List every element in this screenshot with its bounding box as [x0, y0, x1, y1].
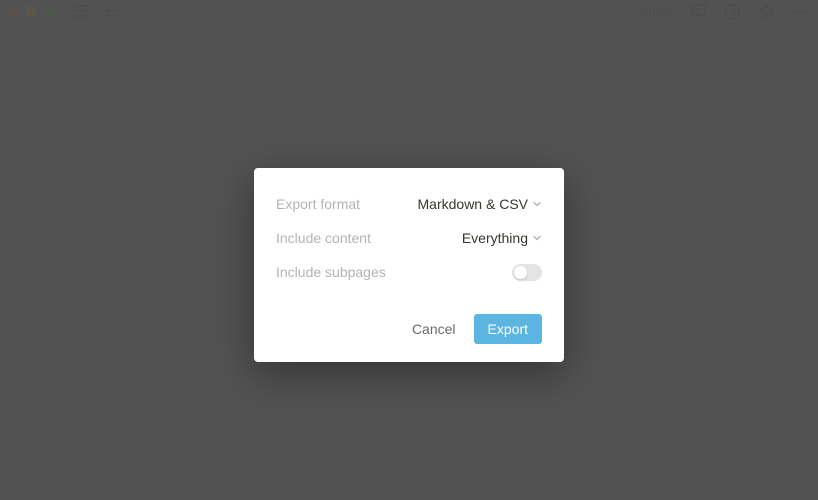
export-modal: Export format Markdown & CSV Include con… — [254, 168, 564, 362]
export-format-row: Export format Markdown & CSV — [276, 190, 542, 218]
include-content-select[interactable]: Everything — [462, 230, 542, 246]
export-format-select[interactable]: Markdown & CSV — [418, 196, 542, 212]
include-content-row: Include content Everything — [276, 224, 542, 252]
include-content-value: Everything — [462, 230, 528, 246]
chevron-down-icon — [532, 199, 542, 209]
toggle-knob — [514, 266, 527, 279]
include-subpages-toggle[interactable] — [512, 264, 542, 281]
include-content-label: Include content — [276, 230, 371, 246]
modal-footer: Cancel Export — [276, 314, 542, 344]
include-subpages-label: Include subpages — [276, 264, 386, 280]
export-format-value: Markdown & CSV — [418, 196, 528, 212]
cancel-button[interactable]: Cancel — [408, 315, 460, 343]
export-format-label: Export format — [276, 196, 360, 212]
export-button[interactable]: Export — [474, 314, 542, 344]
include-subpages-row: Include subpages — [276, 258, 542, 286]
chevron-down-icon — [532, 233, 542, 243]
